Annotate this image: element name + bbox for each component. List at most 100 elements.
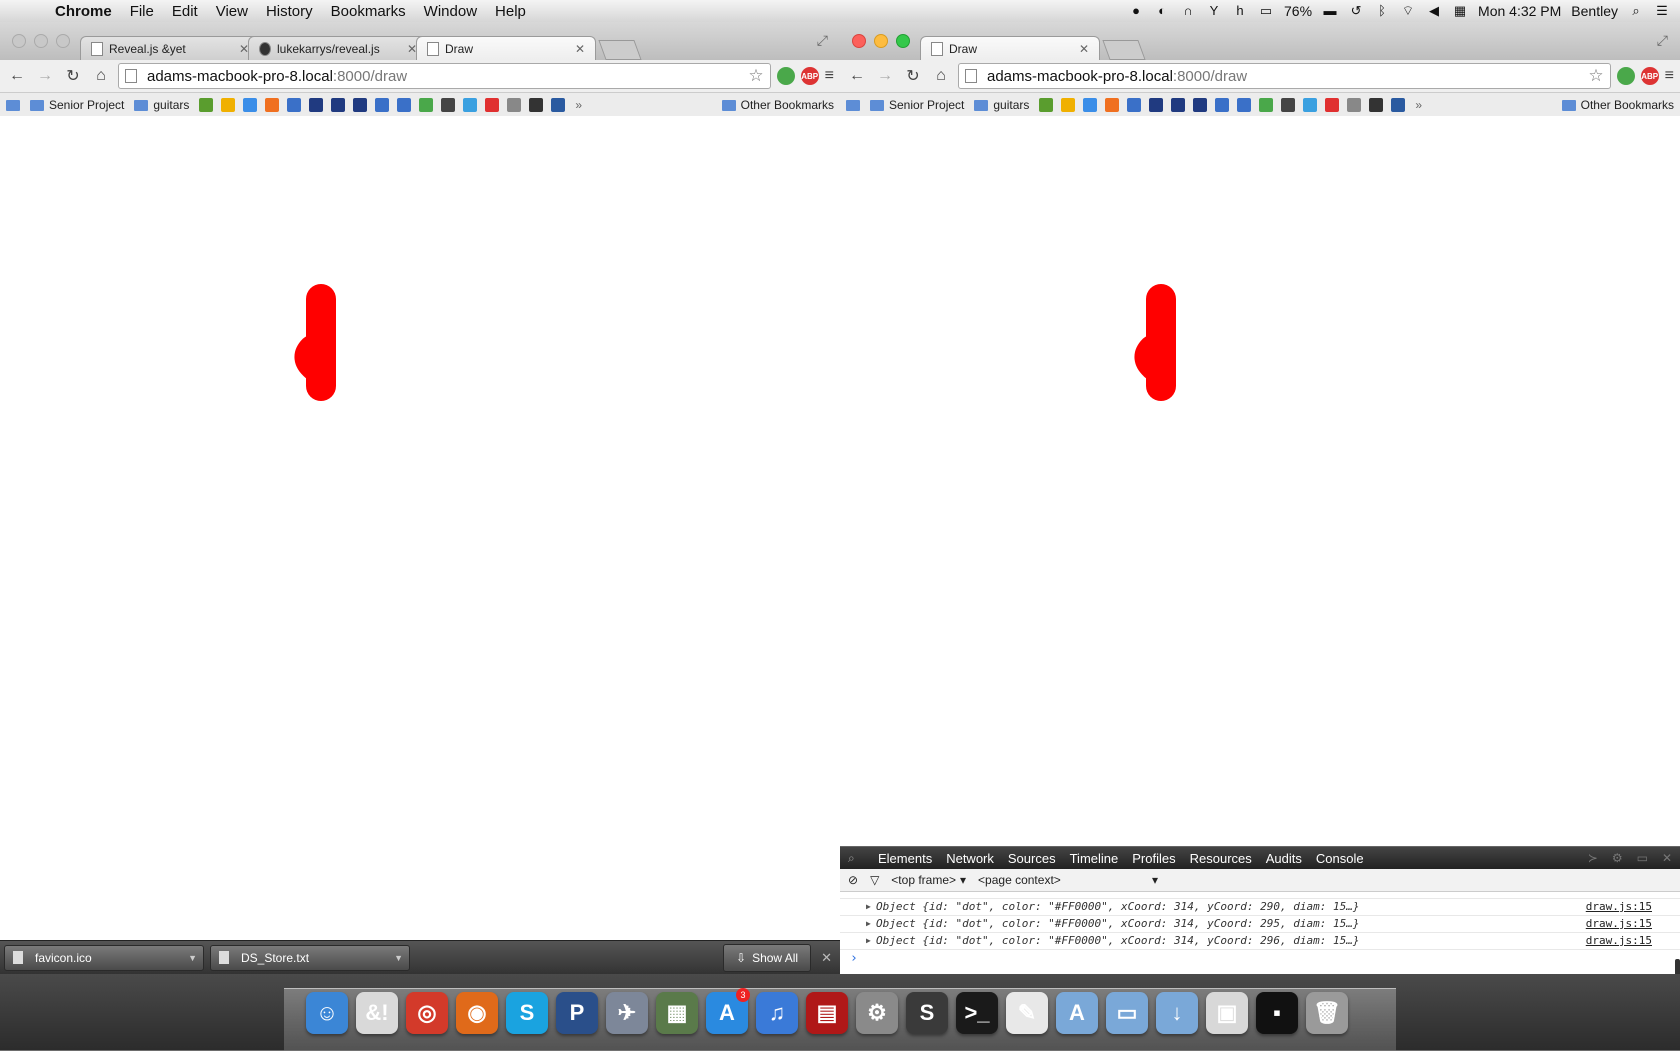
dock-terminal-window-icon[interactable]: ▪ (1256, 992, 1298, 1034)
fullscreen-icon[interactable]: ⤢ (817, 32, 828, 49)
bookmark-favicon-icon[interactable] (1083, 98, 1098, 112)
adblock-plus-icon[interactable]: ABP (1640, 67, 1659, 85)
bookmark-favicon-icon[interactable] (353, 98, 368, 112)
fullscreen-icon[interactable]: ⤢ (1657, 32, 1668, 49)
close-tab-icon[interactable]: ✕ (1079, 42, 1089, 56)
bookmark-favicon-icon[interactable] (221, 98, 236, 112)
more-bookmarks-chevron-icon[interactable]: » (1415, 98, 1422, 112)
settings-gear-icon[interactable]: ⚙ (1612, 851, 1623, 865)
bookmark-favicon-icon[interactable] (375, 98, 390, 112)
dock-finder-icon[interactable]: ☺ (306, 992, 348, 1034)
clock[interactable]: Mon 4:32 PM (1478, 3, 1561, 19)
bookmark-folder-senior-project[interactable]: Senior Project (870, 98, 964, 112)
home-icon[interactable]: ⌂ (90, 67, 112, 85)
bookmark-favicon-icon[interactable] (1237, 98, 1252, 112)
tab-audits[interactable]: Audits (1266, 851, 1302, 866)
close-window-button[interactable] (852, 34, 866, 48)
bookmark-favicon-icon[interactable] (1039, 98, 1054, 112)
bookmark-favicon-icon[interactable] (1193, 98, 1208, 112)
dock-photobooth-icon[interactable]: ▤ (806, 992, 848, 1034)
dock-downloads-icon[interactable]: ↓ (1156, 992, 1198, 1034)
menu-view[interactable]: View (207, 3, 257, 20)
bookmark-favicon-icon[interactable] (507, 98, 522, 112)
other-bookmarks[interactable]: Other Bookmarks (721, 98, 834, 112)
bookmark-favicon-icon[interactable] (1347, 98, 1362, 112)
dock-pandora-icon[interactable]: P (556, 992, 598, 1034)
menu-window[interactable]: Window (415, 3, 486, 20)
notification-center-icon[interactable]: ☰ (1654, 3, 1670, 19)
menu-history[interactable]: History (257, 3, 322, 20)
tab-github-reveal[interactable]: lukekarrys/reveal.js ✕ (248, 36, 428, 60)
bookmark-favicon-icon[interactable] (287, 98, 302, 112)
new-tab-button[interactable] (598, 40, 642, 60)
bookmark-favicon-icon[interactable] (1105, 98, 1120, 112)
console-row[interactable]: ▶ Object {id: "dot", color: "#FF0000", x… (840, 916, 1680, 933)
dock-skype-icon[interactable]: S (506, 992, 548, 1034)
evernote-extension-icon[interactable] (776, 67, 795, 85)
undock-icon[interactable]: ▭ (1637, 851, 1648, 865)
source-link[interactable]: draw.js:15 (1586, 899, 1672, 915)
dock-sublime-icon[interactable]: S (906, 992, 948, 1034)
frame-selector[interactable]: <top frame> ▾ (891, 873, 966, 887)
address-bar[interactable]: adams-macbook-pro-8.local:8000/draw ☆ (118, 63, 771, 89)
tab-elements[interactable]: Elements (878, 851, 932, 866)
tab-network[interactable]: Network (946, 851, 994, 866)
evernote-extension-icon[interactable] (1616, 67, 1635, 85)
dock-systemprefs-icon[interactable]: ⚙ (856, 992, 898, 1034)
bookmark-favicon-icon[interactable] (463, 98, 478, 112)
draw-canvas-right[interactable] (840, 116, 1680, 940)
show-all-downloads-button[interactable]: ⇩ Show All (723, 943, 812, 972)
console-prompt[interactable]: › (840, 950, 1680, 968)
other-bookmarks[interactable]: Other Bookmarks (1561, 98, 1674, 112)
adblock-plus-icon[interactable]: ABP (800, 67, 819, 85)
tab-draw[interactable]: Draw ✕ (920, 36, 1100, 60)
tab-timeline[interactable]: Timeline (1070, 851, 1119, 866)
close-downloads-icon[interactable]: ✕ (817, 950, 836, 966)
apps-folder-icon[interactable] (846, 99, 860, 111)
dock-appstore-icon[interactable]: A3 (706, 988, 750, 1034)
close-window-button[interactable] (12, 34, 26, 48)
address-bar[interactable]: adams-macbook-pro-8.local:8000/draw ☆ (958, 63, 1611, 89)
time-machine-icon[interactable]: ↺ (1348, 3, 1364, 19)
new-tab-button[interactable] (1102, 40, 1146, 60)
dock-textedit-icon[interactable]: ✎ (1006, 992, 1048, 1034)
download-item[interactable]: favicon.ico ▼ (4, 944, 204, 971)
bookmark-favicon-icon[interactable] (1281, 98, 1296, 112)
bookmark-favicon-icon[interactable] (529, 98, 544, 112)
back-arrow-icon[interactable]: ← (846, 67, 868, 85)
back-arrow-icon[interactable]: ← (6, 67, 28, 85)
dock-preview-icon[interactable]: ▦ (656, 992, 698, 1034)
h-icon[interactable]: h (1232, 3, 1248, 19)
menu-app-name[interactable]: Chrome (46, 3, 121, 20)
bookmark-favicon-icon[interactable] (551, 98, 566, 112)
inspect-icon[interactable]: ⌕ (848, 851, 864, 866)
bookmark-favicon-icon[interactable] (1149, 98, 1164, 112)
reload-icon[interactable]: ↻ (902, 66, 924, 86)
bookmark-favicon-icon[interactable] (1259, 98, 1274, 112)
console-row[interactable]: ▶ Object {id: "dot", color: "#FF0000", x… (840, 899, 1680, 916)
volume-icon[interactable]: ◀ (1426, 3, 1442, 19)
bookmark-favicon-icon[interactable] (1215, 98, 1230, 112)
expand-triangle-icon[interactable]: ▶ (866, 916, 871, 932)
menu-help[interactable]: Help (486, 3, 535, 20)
console-row[interactable]: ▶ Object {id: "dot", color: "#FF0000", x… (840, 933, 1680, 950)
expand-triangle-icon[interactable]: ▶ (866, 899, 871, 915)
forward-arrow-icon[interactable]: → (874, 67, 896, 85)
bookmark-favicon-icon[interactable] (1369, 98, 1384, 112)
chrome-menu-icon[interactable]: ≡ (825, 67, 834, 85)
filter-icon[interactable]: ▽ (870, 873, 879, 887)
download-item[interactable]: DS_Store.txt ▼ (210, 944, 410, 971)
bookmark-favicon-icon[interactable] (1325, 98, 1340, 112)
bookmark-favicon-icon[interactable] (397, 98, 412, 112)
source-link[interactable]: draw.js:15 (1586, 933, 1672, 949)
bookmark-favicon-icon[interactable] (309, 98, 324, 112)
zoom-window-button[interactable] (56, 34, 70, 48)
home-icon[interactable]: ⌂ (930, 67, 952, 85)
dock-documents-icon[interactable]: ▭ (1106, 992, 1148, 1034)
bookmark-favicon-icon[interactable] (441, 98, 456, 112)
menu-bookmarks[interactable]: Bookmarks (322, 3, 415, 20)
menu-edit[interactable]: Edit (163, 3, 207, 20)
dock-trash-icon[interactable]: 🗑 (1306, 992, 1348, 1034)
spotlight-icon[interactable]: ⌕ (1628, 3, 1644, 19)
headphones-icon[interactable]: ∩ (1180, 3, 1196, 19)
